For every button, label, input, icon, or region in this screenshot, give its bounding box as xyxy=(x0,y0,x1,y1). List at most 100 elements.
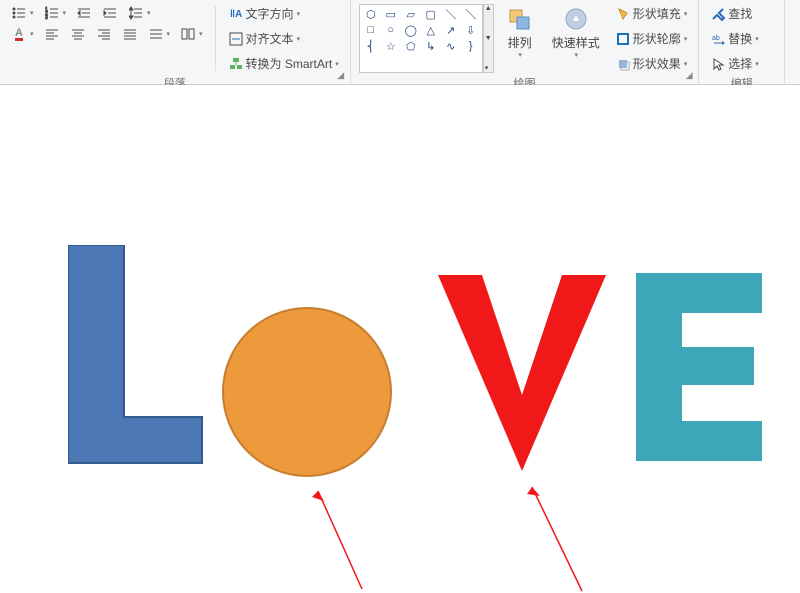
shape-format-col: 形状填充▾ 形状轮廓▾ 形状效果▾ xyxy=(612,4,691,73)
replace-icon: ab xyxy=(710,31,726,47)
paragraph-buttons-col1: ▾ 123 ▾ xyxy=(8,4,206,73)
numbering-button[interactable]: 123 ▾ xyxy=(41,4,70,22)
shape-fill-label: 形状填充 xyxy=(633,5,681,22)
align-justify-button[interactable] xyxy=(119,25,141,43)
replace-label: 替换 xyxy=(728,30,752,47)
group-drawing: ⬡ ▭ ▱ ▢ ＼ ＼ □ ○ ◯ △ ↗ ⇩ ⎨ ☆ ⬠ ↳ ∿ xyxy=(351,0,699,84)
chevron-down-icon: ▾ xyxy=(755,35,759,43)
shapes-gallery-scroll[interactable]: ▲ ▼ ▾ xyxy=(483,4,494,73)
chevron-down-icon: ▾ xyxy=(63,9,67,17)
smartart-icon xyxy=(228,56,244,72)
shape-triangle-icon[interactable]: △ xyxy=(422,23,440,37)
chevron-down-icon: ▾ xyxy=(167,30,171,38)
line-spacing-button[interactable]: ▾ xyxy=(125,4,154,22)
font-color-button[interactable]: A▾ xyxy=(8,25,37,43)
chevron-down-icon: ▾ xyxy=(30,9,34,17)
shape-square-icon[interactable]: □ xyxy=(362,23,380,37)
separator xyxy=(215,6,216,71)
columns-button[interactable]: ▾ xyxy=(177,25,206,43)
shape-line-icon[interactable]: ＼ xyxy=(442,7,460,21)
chevron-down-icon: ▾ xyxy=(684,60,688,68)
shape-connector-icon[interactable]: ↳ xyxy=(422,39,440,53)
shape-line2-icon[interactable]: ＼ xyxy=(462,7,480,21)
select-icon xyxy=(710,56,726,72)
chevron-down-icon: ▾ xyxy=(755,60,759,68)
shapes-gallery-wrap: ⬡ ▭ ▱ ▢ ＼ ＼ □ ○ ◯ △ ↗ ⇩ ⎨ ☆ ⬠ ↳ ∿ xyxy=(359,4,494,73)
find-label: 查找 xyxy=(728,5,752,22)
select-label: 选择 xyxy=(728,55,752,72)
align-text-button[interactable]: 对齐文本▾ xyxy=(225,29,342,48)
select-button[interactable]: 选择▾ xyxy=(707,54,762,73)
shape-pentagon-icon[interactable]: ⬠ xyxy=(402,39,420,53)
shape-curve-icon[interactable]: ∿ xyxy=(442,39,460,53)
distribute-button[interactable]: ▾ xyxy=(145,25,174,43)
arrange-button[interactable]: 排列 ▾ xyxy=(500,4,540,73)
shape-circle-icon[interactable]: ○ xyxy=(382,23,400,37)
shape-outline-button[interactable]: 形状轮廓▾ xyxy=(612,29,691,48)
shape-downarrow-icon[interactable]: ⇩ xyxy=(462,23,480,37)
chevron-down-icon: ▾ xyxy=(335,60,339,68)
chevron-down-icon: ▾ xyxy=(684,35,688,43)
shape-folder-icon[interactable]: ▱ xyxy=(402,7,420,21)
increase-indent-icon xyxy=(102,5,118,21)
quick-styles-button[interactable]: 快速样式 ▾ xyxy=(546,4,606,73)
align-center-button[interactable] xyxy=(67,25,89,43)
chevron-down-icon: ▾ xyxy=(518,51,522,59)
arrange-label: 排列 xyxy=(508,34,532,51)
arrange-icon xyxy=(506,6,534,34)
shape-brace-icon[interactable]: ⎨ xyxy=(362,39,380,53)
shape-arrow-icon[interactable]: ↗ xyxy=(442,23,460,37)
line-spacing-icon xyxy=(128,5,144,21)
text-direction-button[interactable]: ‖A 文字方向▾ xyxy=(225,4,342,23)
replace-button[interactable]: ab 替换▾ xyxy=(707,29,762,48)
shape-star-icon[interactable]: ☆ xyxy=(382,39,400,53)
scroll-up-icon[interactable]: ▲ xyxy=(484,5,493,12)
paragraph-dialog-launcher[interactable]: ◢ xyxy=(334,68,348,82)
shape-effects-button[interactable]: 形状效果▾ xyxy=(612,54,691,73)
shapes-gallery[interactable]: ⬡ ▭ ▱ ▢ ＼ ＼ □ ○ ◯ △ ↗ ⇩ ⎨ ☆ ⬠ ↳ ∿ xyxy=(359,4,483,73)
quick-styles-label: 快速样式 xyxy=(552,34,600,51)
group-editing: 查找 ab 替换▾ 选择▾ 编辑 xyxy=(699,0,785,84)
text-direction-label: 文字方向 xyxy=(246,5,294,22)
distribute-icon xyxy=(148,26,164,42)
shape-letter-V[interactable] xyxy=(432,275,612,475)
shape-letter-O[interactable] xyxy=(222,307,392,477)
editing-col: 查找 ab 替换▾ 选择▾ xyxy=(707,4,762,73)
chevron-down-icon: ▾ xyxy=(297,35,301,43)
shape-roundrect-icon[interactable]: ▢ xyxy=(422,7,440,21)
shape-bracket-icon[interactable]: } xyxy=(462,39,480,53)
slide-canvas[interactable] xyxy=(0,85,800,509)
annotation-arrow-1 xyxy=(300,483,380,593)
drawing-dialog-launcher[interactable]: ◢ xyxy=(682,68,696,82)
find-button[interactable]: 查找 xyxy=(707,4,762,23)
shape-effects-label: 形状效果 xyxy=(633,55,681,72)
shape-outline-label: 形状轮廓 xyxy=(633,30,681,47)
group-paragraph: ▾ 123 ▾ xyxy=(0,0,351,84)
align-text-label: 对齐文本 xyxy=(246,30,294,47)
chevron-down-icon: ▾ xyxy=(30,30,34,38)
shape-oval-icon[interactable]: ◯ xyxy=(402,23,420,37)
shape-line-poly-icon[interactable]: ⬡ xyxy=(362,7,380,21)
align-left-button[interactable] xyxy=(41,25,63,43)
scroll-more-icon[interactable]: ▾ xyxy=(484,64,493,72)
align-center-icon xyxy=(70,26,86,42)
shape-fill-icon xyxy=(615,6,631,22)
chevron-down-icon: ▾ xyxy=(684,10,688,18)
svg-text:‖A: ‖A xyxy=(230,9,242,20)
bullets-icon xyxy=(11,5,27,21)
annotation-arrow-2 xyxy=(520,481,600,593)
increase-indent-button[interactable] xyxy=(99,4,121,22)
decrease-indent-button[interactable] xyxy=(73,4,95,22)
chevron-down-icon: ▾ xyxy=(574,51,578,59)
find-icon xyxy=(710,6,726,22)
convert-smartart-button[interactable]: 转换为 SmartArt▾ xyxy=(225,54,342,73)
shape-fill-button[interactable]: 形状填充▾ xyxy=(612,4,691,23)
shape-letter-E[interactable] xyxy=(636,273,766,463)
convert-smartart-label: 转换为 SmartArt xyxy=(246,55,333,72)
align-right-button[interactable] xyxy=(93,25,115,43)
bullets-button[interactable]: ▾ xyxy=(8,4,37,22)
shape-rect-icon[interactable]: ▭ xyxy=(382,7,400,21)
text-direction-icon: ‖A xyxy=(228,6,244,22)
scroll-down-icon[interactable]: ▼ xyxy=(484,35,493,42)
shape-letter-L[interactable] xyxy=(68,245,208,465)
